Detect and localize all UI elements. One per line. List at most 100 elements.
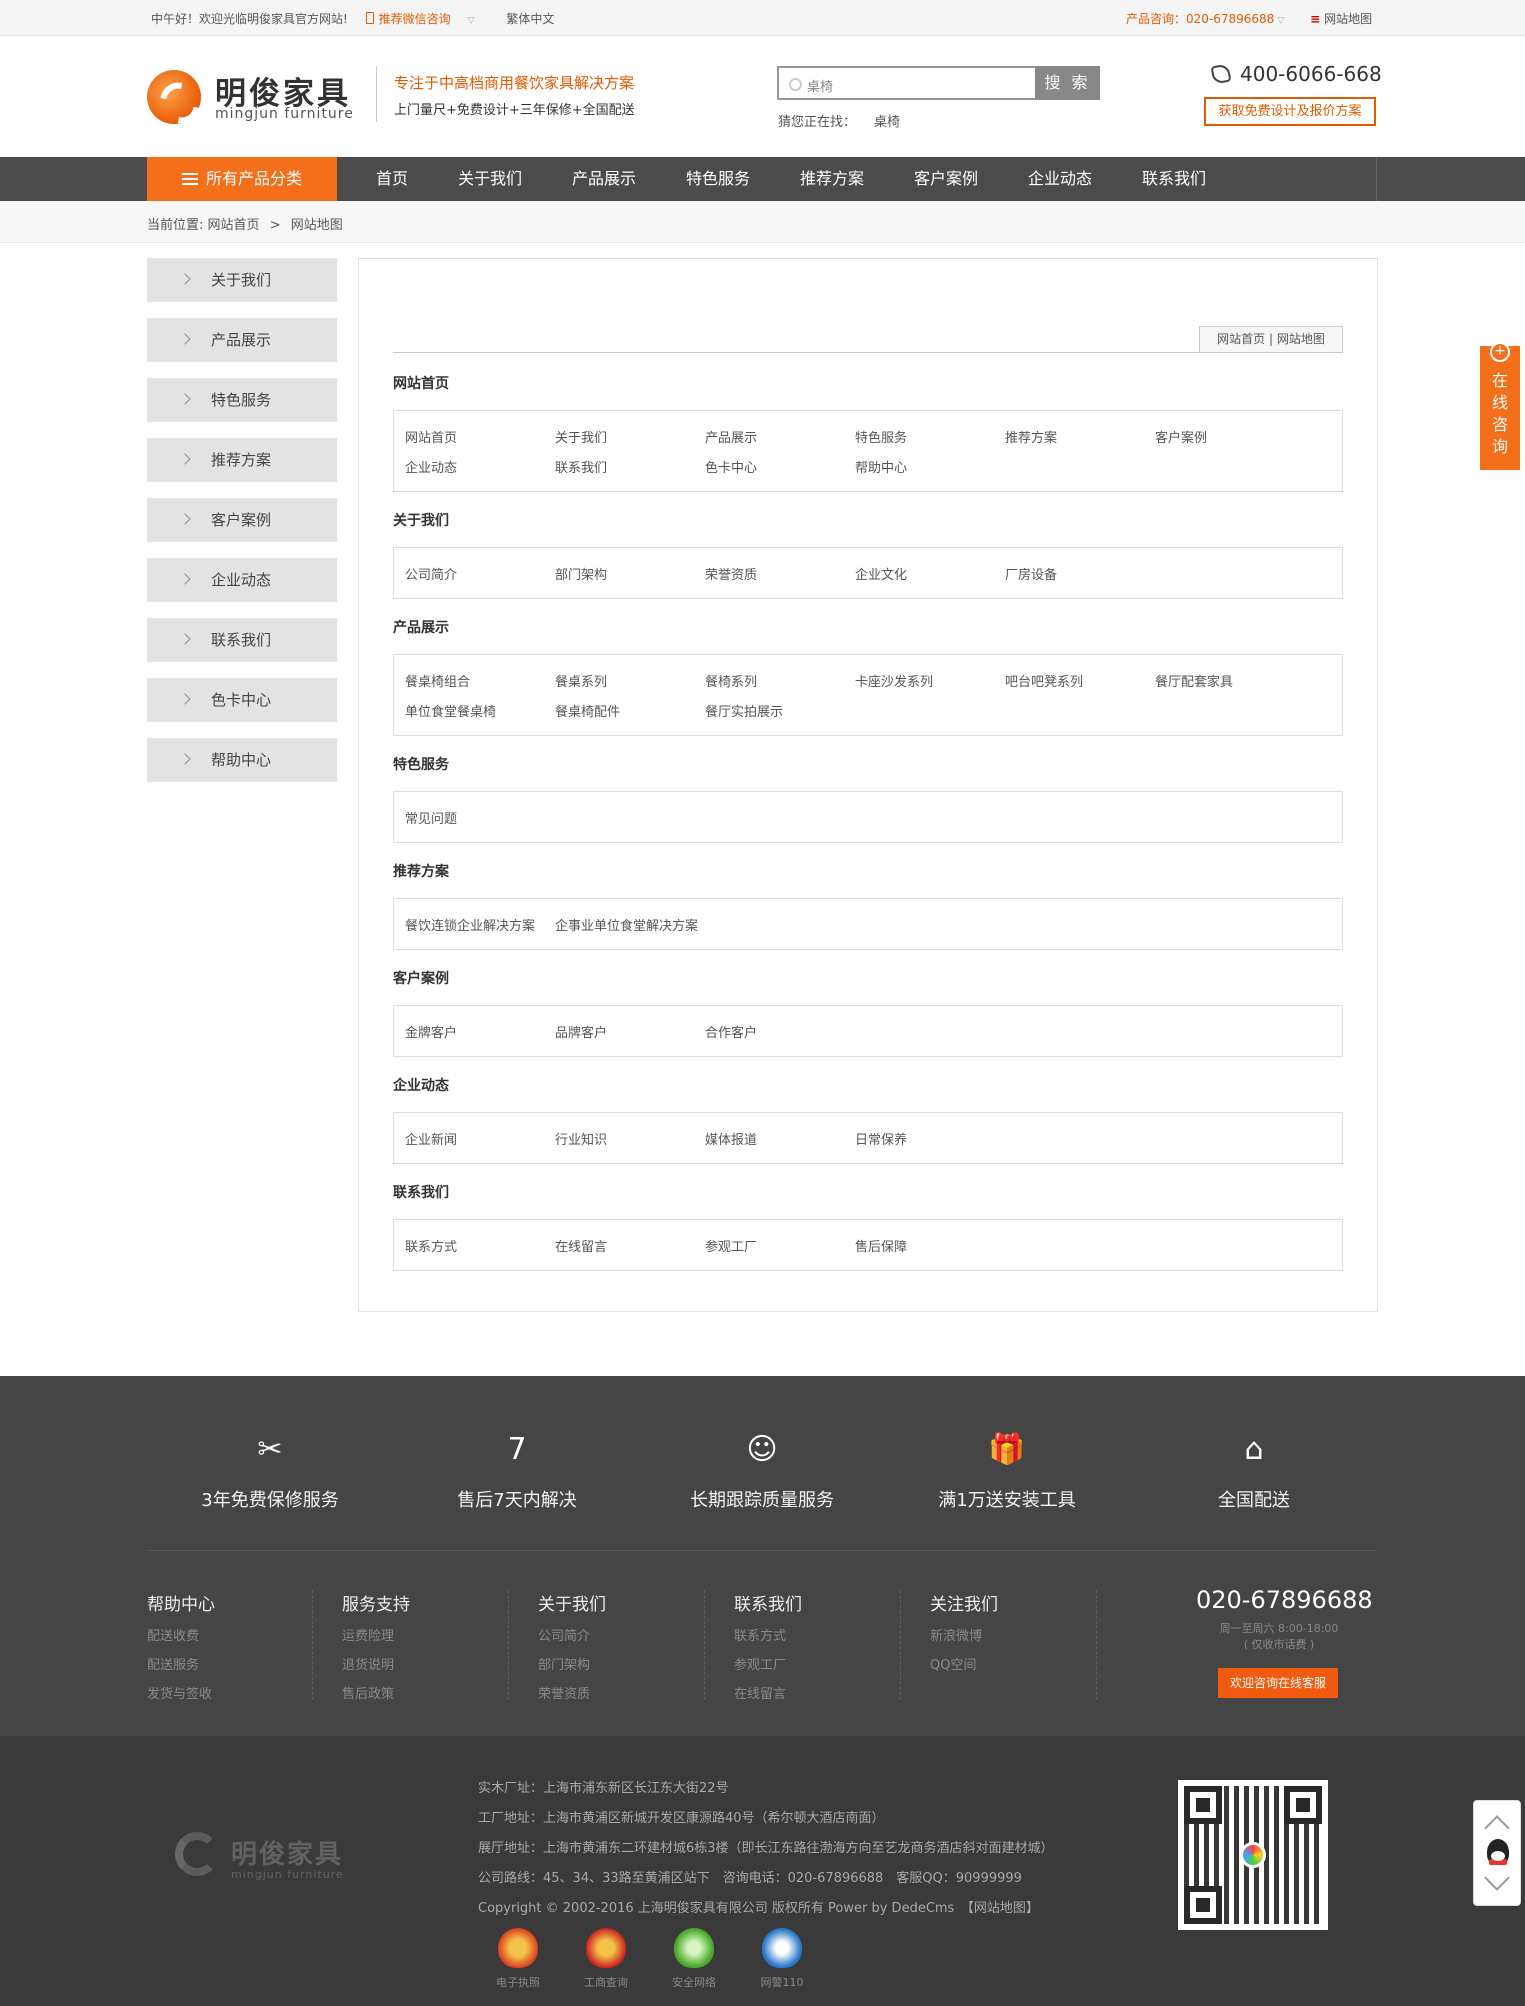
sidebar-item-products[interactable]: 产品展示 — [147, 318, 337, 362]
sidebar-item-help[interactable]: 帮助中心 — [147, 738, 337, 782]
footer-link[interactable]: 发货与签收 — [147, 1683, 307, 1702]
chevron-right-icon — [179, 393, 191, 405]
sitemap-link[interactable]: 媒体报道 — [705, 1129, 757, 1148]
breadcrumb-home[interactable]: 网站首页 — [208, 218, 260, 233]
footer-link[interactable]: 联系方式 — [734, 1625, 894, 1644]
nav-item-contact[interactable]: 联系我们 — [1142, 157, 1206, 201]
sidebar-item-contact[interactable]: 联系我们 — [147, 618, 337, 662]
sidebar-item-cases[interactable]: 客户案例 — [147, 498, 337, 542]
nav-item-home[interactable]: 首页 — [376, 157, 408, 201]
qr-finder — [1284, 1786, 1322, 1824]
sitemap-link[interactable]: 企业文化 — [855, 564, 907, 583]
sitemap-link[interactable]: 联系我们 — [555, 457, 607, 476]
online-service-button[interactable]: 欢迎咨询在线客服 — [1218, 1668, 1338, 1698]
traditional-chinese-link[interactable]: 繁体中文 — [506, 12, 554, 26]
logo[interactable]: 明俊家具 mingjun furniture — [147, 66, 379, 126]
footer-logo: 明俊家具 mingjun furniture — [175, 1830, 355, 1885]
sitemap-link[interactable]: 荣誉资质 — [705, 564, 757, 583]
sitemap-link[interactable]: 推荐方案 — [1005, 427, 1057, 446]
footer-link[interactable]: 退货说明 — [342, 1654, 502, 1673]
footer-link[interactable]: 运费险理 — [342, 1625, 502, 1644]
sitemap-link[interactable]: 部门架构 — [555, 564, 607, 583]
sitemap-link[interactable]: 常见问题 — [405, 808, 457, 827]
footer-link[interactable]: 参观工厂 — [734, 1654, 894, 1673]
badge-license[interactable]: 电子执照 — [478, 1928, 558, 1990]
product-hotline[interactable]: 产品咨询：020-67896688 ▽ — [1126, 12, 1284, 26]
sitemap-link[interactable]: 吧台吧凳系列 — [1005, 671, 1083, 690]
sitemap-link[interactable]: 金牌客户 — [405, 1022, 457, 1041]
footer-link[interactable]: 公司简介 — [538, 1625, 698, 1644]
sitemap-link[interactable]: 餐椅系列 — [705, 671, 757, 690]
sitemap-link[interactable]: 帮助中心 — [855, 457, 907, 476]
nav-item-cases[interactable]: 客户案例 — [914, 157, 978, 201]
sidebar-item-news[interactable]: 企业动态 — [147, 558, 337, 602]
sidebar-item-colorcard[interactable]: 色卡中心 — [147, 678, 337, 722]
sitemap-link[interactable]: 色卡中心 — [705, 457, 757, 476]
badge-security[interactable]: 安全网络 — [654, 1928, 734, 1990]
badge-police[interactable]: 网警110 — [742, 1928, 822, 1990]
sitemap-link[interactable]: 合作客户 — [705, 1022, 757, 1041]
footer-link[interactable]: 荣誉资质 — [538, 1683, 698, 1702]
nav-item-about[interactable]: 关于我们 — [458, 157, 522, 201]
nav-item-news[interactable]: 企业动态 — [1028, 157, 1092, 201]
footer-link[interactable]: 售后政策 — [342, 1683, 502, 1702]
sitemap-link[interactable]: 特色服务 — [855, 427, 907, 446]
all-categories-button[interactable]: 所有产品分类 — [147, 157, 337, 201]
sitemap-link[interactable]: 参观工厂 — [705, 1236, 757, 1255]
sitemap-link[interactable]: 厂房设备 — [1005, 564, 1057, 583]
sitemap-link[interactable]: 日常保养 — [855, 1129, 907, 1148]
sitemap-link[interactable]: 品牌客户 — [555, 1022, 607, 1041]
breadcrumb-current[interactable]: 网站地图 — [291, 218, 343, 233]
sitemap-breadcrumb[interactable]: 网站首页 | 网站地图 — [1199, 326, 1343, 352]
footer-link[interactable]: 新浪微博 — [930, 1625, 1090, 1644]
sitemap-link[interactable]: 企业新闻 — [405, 1129, 457, 1148]
sidebar-item-about[interactable]: 关于我们 — [147, 258, 337, 302]
search-input[interactable]: 桌椅 — [777, 66, 1035, 100]
sitemap-link[interactable]: 餐桌椅配件 — [555, 701, 620, 720]
footer-link[interactable]: 在线留言 — [734, 1683, 894, 1702]
qq-icon[interactable] — [1487, 1839, 1509, 1865]
sitemap-link[interactable]: 企业动态 — [405, 457, 457, 476]
qr-logo-icon — [1240, 1842, 1266, 1868]
sidebar-item-solutions[interactable]: 推荐方案 — [147, 438, 337, 482]
sitemap-link[interactable]: 餐厅实拍展示 — [705, 701, 783, 720]
sitemap-link[interactable]: 单位食堂餐桌椅 — [405, 701, 496, 720]
sitemap-link[interactable]: 产品展示 — [705, 427, 757, 446]
sitemap-link[interactable]: 公司简介 — [405, 564, 457, 583]
wechat-consult-link[interactable]: 推荐微信咨询 ▽ — [366, 12, 489, 26]
online-consult-button[interactable]: + 在线咨询 — [1480, 342, 1520, 470]
footer-link[interactable]: 配送服务 — [147, 1654, 307, 1673]
sitemap-link[interactable]: 在线留言 — [555, 1236, 607, 1255]
section-links: 餐饮连锁企业解决方案 企事业单位食堂解决方案 — [393, 898, 1343, 950]
suggestion-link[interactable]: 桌椅 — [874, 115, 900, 130]
sitemap-link[interactable]: 餐厅配套家具 — [1155, 671, 1233, 690]
sitemap-link[interactable]: 关于我们 — [555, 427, 607, 446]
nav-item-products[interactable]: 产品展示 — [572, 157, 636, 201]
qr-code — [1178, 1780, 1328, 1930]
footer-link[interactable]: 配送收费 — [147, 1625, 307, 1644]
footer-link[interactable]: 部门架构 — [538, 1654, 698, 1673]
sitemap-link[interactable]: 客户案例 — [1155, 427, 1207, 446]
sitemap-link[interactable]: 餐饮连锁企业解决方案 — [405, 915, 535, 934]
free-quote-button[interactable]: 获取免费设计及报价方案 — [1204, 97, 1376, 126]
sitemap-link[interactable]: 售后保障 — [855, 1236, 907, 1255]
scroll-up-icon[interactable] — [1484, 1815, 1510, 1841]
sidebar-item-services[interactable]: 特色服务 — [147, 378, 337, 422]
footer-column-title: 联系我们 — [734, 1595, 802, 1615]
sitemap-link[interactable]: 网站地图 — [1310, 12, 1372, 26]
sitemap-link[interactable]: 企事业单位食堂解决方案 — [555, 915, 698, 934]
search-button[interactable]: 搜 索 — [1035, 66, 1100, 100]
nav-item-solutions[interactable]: 推荐方案 — [800, 157, 864, 201]
sitemap-link[interactable]: 卡座沙发系列 — [855, 671, 933, 690]
badge-business[interactable]: 工商查询 — [566, 1928, 646, 1990]
sitemap-link[interactable]: 联系方式 — [405, 1236, 457, 1255]
nav-divider — [1376, 157, 1377, 201]
sitemap-link[interactable]: 餐桌椅组合 — [405, 671, 470, 690]
footer-link[interactable]: QQ空间 — [930, 1654, 1090, 1673]
nav-item-services[interactable]: 特色服务 — [686, 157, 750, 201]
scroll-down-icon[interactable] — [1484, 1865, 1510, 1891]
qr-finder — [1184, 1886, 1222, 1924]
sitemap-link[interactable]: 网站首页 — [405, 427, 457, 446]
sitemap-link[interactable]: 行业知识 — [555, 1129, 607, 1148]
sitemap-link[interactable]: 餐桌系列 — [555, 671, 607, 690]
